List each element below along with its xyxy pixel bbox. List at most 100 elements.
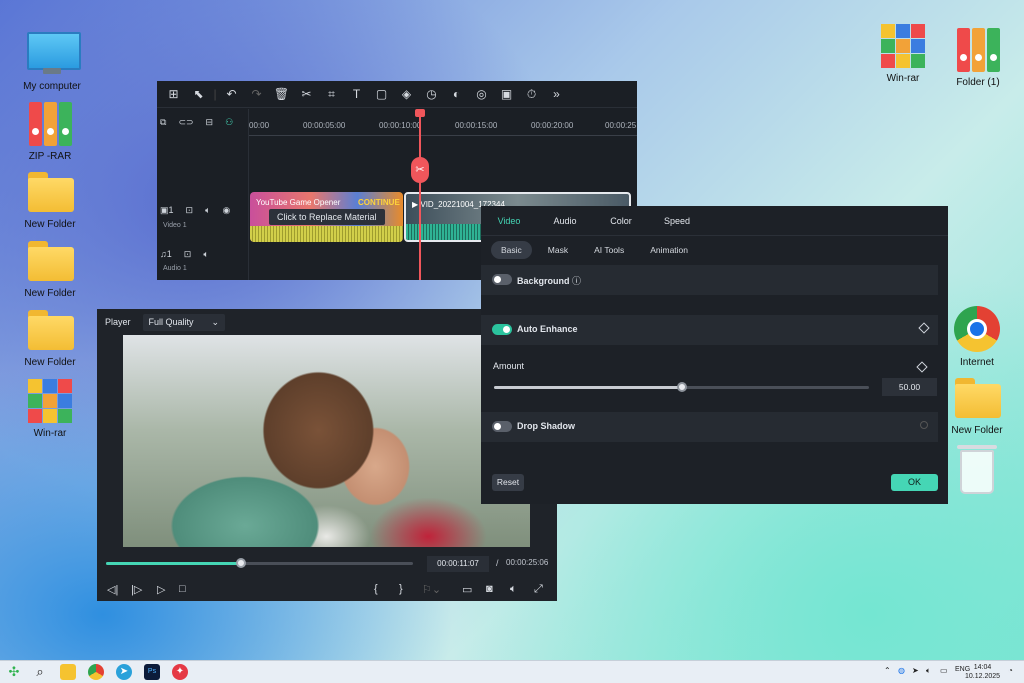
speaker-icon[interactable]: 🔈︎: [510, 583, 517, 596]
desktop-icon-folder-1[interactable]: Folder (1): [938, 26, 1018, 88]
marker-icon[interactable]: ⚐⌄: [422, 583, 441, 596]
tab-video[interactable]: Video: [481, 216, 537, 226]
tab-color[interactable]: Color: [593, 216, 649, 226]
notifications-icon[interactable]: ◔: [1008, 666, 1013, 675]
desktop-icon-recycle-bin[interactable]: [937, 445, 1017, 494]
search-icon[interactable]: ⌕: [32, 664, 48, 680]
clock[interactable]: 14:04 10.12.2025: [965, 663, 1000, 681]
amount-input[interactable]: 50.00: [882, 378, 937, 396]
amount-slider[interactable]: [494, 382, 869, 392]
ai-track-icon[interactable]: ⚇: [225, 117, 233, 128]
file-explorer-icon[interactable]: [60, 664, 76, 680]
scrubber-knob[interactable]: [236, 558, 247, 568]
text-icon[interactable]: T: [344, 87, 369, 101]
slider-knob[interactable]: [676, 382, 687, 392]
scissors-icon[interactable]: ✂︎: [294, 87, 319, 101]
split-scissors-icon[interactable]: ✂: [411, 157, 429, 183]
subtab-basic[interactable]: Basic: [491, 241, 532, 259]
monitor-icon[interactable]: ▭: [940, 666, 948, 675]
desktop-icon-new-folder-1[interactable]: New Folder: [10, 168, 90, 230]
redo-icon[interactable]: ↷: [244, 87, 269, 101]
speaker-icon[interactable]: 🔈︎: [205, 205, 210, 216]
desktop-icon-label: New Folder: [24, 357, 76, 368]
stop-icon[interactable]: □: [179, 583, 186, 595]
keyframe-icon[interactable]: [920, 421, 928, 429]
fullscreen-icon[interactable]: ⤢: [534, 583, 543, 596]
subtab-mask[interactable]: Mask: [538, 241, 578, 259]
effects-icon[interactable]: ◈: [394, 87, 419, 101]
select-icon[interactable]: ⬉: [186, 87, 211, 101]
desktop-icon-label: Folder (1): [956, 77, 1000, 88]
mark-in-icon[interactable]: {: [374, 583, 378, 595]
lock-icon[interactable]: ⊡: [184, 249, 192, 260]
property-subtabs: Basic Mask AI Tools Animation: [481, 236, 948, 264]
mask-icon[interactable]: ▣: [494, 87, 519, 101]
desktop-icon-win-rar-right[interactable]: Win-rar: [863, 22, 943, 84]
prev-frame-icon[interactable]: ◁|: [107, 583, 118, 596]
timeline-ruler[interactable]: 00:00 00:00:05:00 00:00:10:00 00:00:15:0…: [249, 109, 637, 136]
link-icon[interactable]: ⊂⊃: [178, 117, 193, 128]
keyframe-icon[interactable]: [918, 322, 930, 334]
play-icon[interactable]: ▷: [157, 583, 165, 596]
start-icon[interactable]: ✣: [6, 664, 22, 680]
keyframe-icon[interactable]: [916, 361, 928, 373]
color-icon[interactable]: ◐: [444, 87, 469, 101]
tray-telegram-icon[interactable]: ➤: [912, 666, 919, 675]
undo-icon[interactable]: ↶: [219, 87, 244, 101]
desktop-icon-new-folder-3[interactable]: New Folder: [10, 306, 90, 368]
camera-icon[interactable]: ◙: [486, 583, 493, 595]
background-toggle[interactable]: [492, 274, 512, 285]
lock-icon[interactable]: ⊡: [186, 205, 194, 216]
photoshop-icon[interactable]: Ps: [144, 664, 160, 680]
filmora-icon[interactable]: ✦: [172, 664, 188, 680]
shape-icon[interactable]: ▢: [369, 87, 394, 101]
speed-icon[interactable]: ◷: [419, 87, 444, 101]
taskbar: ✣ ⌕ ➤ Ps ✦ ⌃ ◍ ➤ 🔈︎ ▭ ENG 14:04 10.12.20…: [0, 660, 1024, 683]
auto-enhance-toggle[interactable]: [492, 324, 512, 335]
eye-icon[interactable]: ◉: [222, 205, 230, 216]
chrome-icon[interactable]: [88, 664, 104, 680]
playhead[interactable]: [419, 109, 421, 280]
desktop-icon-internet[interactable]: Internet: [937, 306, 1017, 368]
scrubber-progress: [106, 562, 242, 565]
timer-icon[interactable]: ⏱︎: [519, 87, 544, 102]
ok-button[interactable]: OK: [891, 474, 938, 491]
volume-icon[interactable]: 🔈︎: [926, 666, 931, 676]
clock-time: 14:04: [973, 664, 992, 671]
player-scrubber[interactable]: [106, 558, 413, 568]
desktop-icon-new-folder-2[interactable]: New Folder: [10, 237, 90, 299]
telegram-icon[interactable]: ➤: [116, 664, 132, 680]
trash-icon: [957, 445, 997, 494]
desktop-icon-win-rar[interactable]: Win-rar: [10, 377, 90, 439]
tray-app-icon[interactable]: ◍: [898, 666, 905, 675]
desktop-icon-zip-rar[interactable]: ZIP -RAR: [10, 100, 90, 162]
slider-fill: [494, 386, 682, 389]
desktop-icon-new-folder-right[interactable]: New Folder: [937, 374, 1017, 436]
tab-speed[interactable]: Speed: [649, 216, 705, 226]
quality-dropdown[interactable]: Full Quality ⌄: [142, 313, 226, 331]
add-track-icon[interactable]: ⧉: [160, 117, 166, 128]
grid-icon[interactable]: ⊞: [161, 87, 186, 101]
drop-shadow-toggle[interactable]: [492, 421, 512, 432]
next-frame-icon[interactable]: |▷: [131, 583, 142, 596]
auto-enhance-row: Auto Enhance: [481, 315, 938, 345]
more-icon[interactable]: »: [544, 87, 569, 101]
playhead-handle[interactable]: [415, 109, 425, 117]
current-time[interactable]: 00:00:11:07: [427, 556, 489, 572]
timeline-toolbar: ⊞ ⬉ | ↶ ↷ 🗑︎ ✂︎ ⌗ T ▢ ◈ ◷ ◐ ◎ ▣ ⏱︎ »: [157, 81, 637, 108]
mark-out-icon[interactable]: }: [399, 583, 403, 595]
lock-track-icon[interactable]: ⊟: [206, 117, 214, 128]
subtab-animation[interactable]: Animation: [640, 241, 698, 259]
speaker-icon[interactable]: 🔈︎: [203, 249, 208, 260]
subtab-ai-tools[interactable]: AI Tools: [584, 241, 634, 259]
tray-chevron-icon[interactable]: ⌃: [884, 666, 891, 675]
video-preview[interactable]: [123, 335, 530, 547]
crop-icon[interactable]: ⌗: [319, 87, 344, 102]
display-icon[interactable]: ▭: [462, 583, 472, 596]
reset-button[interactable]: Reset: [492, 474, 524, 491]
info-icon[interactable]: ⓘ: [572, 276, 581, 286]
desktop-icon-my-computer[interactable]: My computer: [12, 30, 92, 92]
tab-audio[interactable]: Audio: [537, 216, 593, 226]
delete-icon[interactable]: 🗑︎: [269, 87, 294, 101]
ai-icon[interactable]: ◎: [469, 87, 494, 101]
